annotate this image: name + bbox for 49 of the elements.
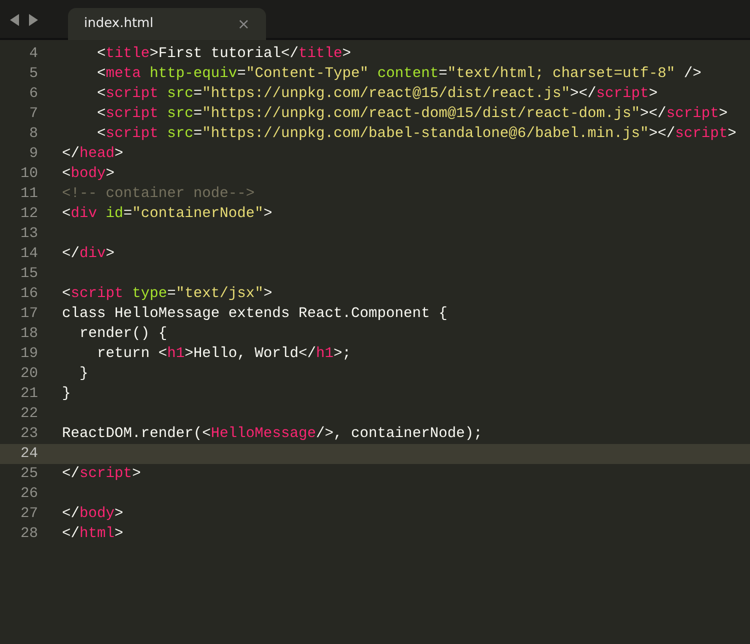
line-number: 25 — [19, 465, 38, 484]
code-line: <div id="containerNode"> — [62, 205, 272, 224]
code-line: ReactDOM.render(<HelloMessage/>, containerNode); — [62, 425, 482, 444]
line-number: 9 — [28, 145, 38, 164]
code-line: } — [62, 385, 71, 404]
code-line: <!-- container node--> — [62, 185, 255, 204]
line-number: 22 — [19, 405, 38, 424]
line-number: 21 — [19, 385, 38, 404]
close-icon[interactable]: × — [237, 12, 250, 36]
line-number: 20 — [19, 365, 38, 384]
line-number: 8 — [28, 125, 38, 144]
line-number: 28 — [19, 525, 38, 544]
code-line: </html> — [62, 525, 124, 544]
back-arrow-icon[interactable] — [8, 13, 20, 27]
file-tab[interactable]: index.html × — [68, 8, 266, 40]
code-line: <script src="https://unpkg.com/react@15/dist/react.js"></script> — [96, 85, 658, 104]
code-line: class HelloMessage extends React.Component { — [62, 305, 448, 324]
line-number: 16 — [19, 285, 38, 304]
code-line: <script type="text/jsx"> — [62, 285, 272, 304]
line-number: 14 — [19, 245, 38, 264]
code-line: <script src="https://unpkg.com/react-dom@15/dist/react-dom.js"></script> — [96, 105, 728, 124]
line-number: 11 — [19, 185, 38, 204]
line-number: 27 — [19, 505, 38, 524]
line-number: 26 — [19, 485, 38, 504]
line-number: 24 — [19, 445, 38, 464]
line-number: 6 — [28, 85, 38, 104]
code-line: <title>First tutorial</title> — [96, 45, 352, 64]
line-number: 15 — [19, 265, 38, 284]
code-line: </body> — [62, 505, 124, 524]
code-line: </script> — [62, 465, 141, 484]
code-line: </head> — [62, 145, 124, 164]
line-number: 12 — [19, 205, 38, 224]
forward-arrow-icon[interactable] — [28, 13, 40, 27]
code-line: render() { — [78, 325, 168, 344]
line-number: 7 — [28, 105, 38, 124]
line-number: 10 — [19, 165, 38, 184]
line-number: 19 — [19, 345, 38, 364]
line-number: 13 — [19, 225, 38, 244]
line-number: 17 — [19, 305, 38, 324]
code-line: </div> — [62, 245, 115, 264]
code-line: return <h1>Hello, World</h1>; — [96, 345, 352, 364]
line-number: 18 — [19, 325, 38, 344]
code-line: <meta http-equiv="Content-Type" content="text/html; charset=utf-8" /> — [96, 65, 702, 84]
code-line: } — [78, 365, 88, 384]
line-number: 23 — [19, 425, 38, 444]
line-number: 5 — [28, 65, 38, 84]
code-line: <body> — [62, 165, 115, 184]
line-number: 4 — [28, 45, 38, 64]
code-line: <script src="https://unpkg.com/babel-standalone@6/babel.min.js"></script> — [96, 125, 736, 144]
